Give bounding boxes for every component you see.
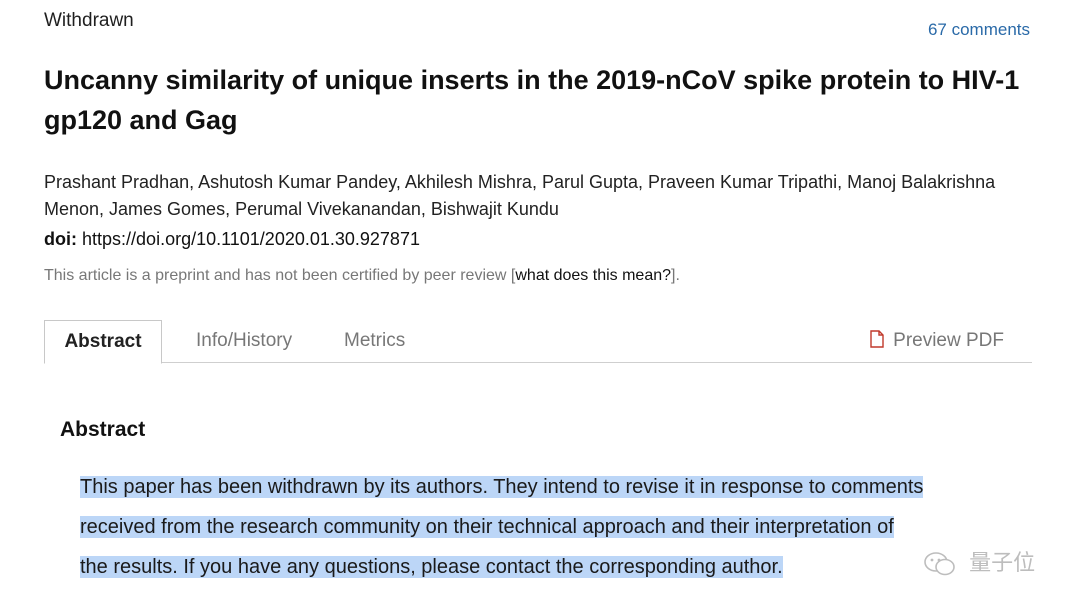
article-status: Withdrawn — [44, 10, 134, 31]
article-title: Uncanny similarity of unique inserts in … — [44, 65, 1020, 135]
abstract-heading: Abstract — [60, 418, 146, 441]
preprint-notice: This article is a preprint and has not b… — [44, 267, 680, 285]
preview-pdf-label: Preview PDF — [893, 330, 1004, 351]
tab-info-history[interactable]: Info/History — [196, 320, 292, 362]
notice-end: ]. — [671, 267, 680, 284]
watermark: 量子位 — [923, 545, 1035, 578]
abstract-line-2: received from the research community on … — [80, 516, 894, 538]
pdf-icon — [870, 330, 893, 351]
doi-link[interactable]: https://doi.org/10.1101/2020.01.30.92787… — [82, 229, 420, 249]
author-list: Prashant Pradhan, Ashutosh Kumar Pandey,… — [44, 172, 996, 219]
article-tabs: Abstract Info/History Metrics Preview PD… — [44, 320, 1032, 364]
abstract-line-3: the results. If you have any questions, … — [80, 556, 783, 578]
preview-pdf-button[interactable]: Preview PDF — [870, 320, 1004, 362]
what-does-this-mean-link[interactable]: what does this mean? — [515, 267, 671, 284]
abstract-text: This paper has been withdrawn by its aut… — [80, 467, 1010, 587]
doi-label: doi: — [44, 229, 77, 249]
wechat-icon — [923, 550, 969, 576]
comments-link[interactable]: 67 comments — [928, 20, 1030, 40]
tab-abstract[interactable]: Abstract — [44, 320, 162, 364]
doi-line: doi: https://doi.org/10.1101/2020.01.30.… — [44, 229, 420, 250]
abstract-line-1: This paper has been withdrawn by its aut… — [80, 476, 924, 498]
notice-text: This article is a preprint and has not b… — [44, 267, 516, 284]
tab-metrics[interactable]: Metrics — [344, 320, 405, 362]
watermark-text: 量子位 — [969, 550, 1036, 575]
